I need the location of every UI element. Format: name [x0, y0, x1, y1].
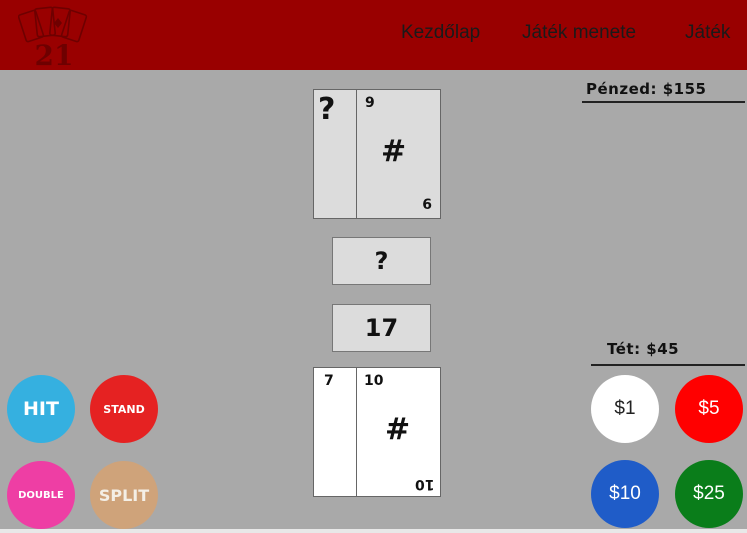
bottom-edge: [0, 529, 747, 533]
card-top-value: 9: [365, 95, 375, 111]
nav-home-link[interactable]: Kezdőlap: [401, 22, 480, 44]
card-center-symbol: #: [381, 134, 407, 169]
card-top-value: 7: [324, 373, 334, 389]
dealer-visible-card: 9 # 6: [356, 89, 441, 219]
money-balance: Pénzed: $155: [586, 80, 707, 98]
svg-text:21: 21: [35, 39, 74, 68]
hit-button[interactable]: HIT: [7, 375, 75, 443]
hidden-card-symbol: ?: [318, 92, 336, 127]
nav-rules-link[interactable]: Játék menete: [522, 22, 636, 44]
stand-button[interactable]: STAND: [90, 375, 158, 443]
card-bottom-value: 6: [422, 197, 432, 213]
card-bottom-value: 10: [414, 476, 434, 492]
card-top-value: 10: [364, 373, 384, 389]
dealer-score: ?: [332, 237, 431, 285]
chip-10-dollar[interactable]: $10: [591, 460, 659, 528]
chip-1-dollar[interactable]: $1: [591, 375, 659, 443]
split-button[interactable]: SPLIT: [90, 461, 158, 529]
money-divider: [582, 101, 745, 103]
chip-5-dollar[interactable]: $5: [675, 375, 743, 443]
cards-21-logo[interactable]: 21: [18, 2, 90, 68]
bet-divider: [591, 364, 745, 366]
card-center-symbol: #: [385, 412, 411, 447]
chip-25-dollar[interactable]: $25: [675, 460, 743, 528]
double-button[interactable]: DOUBLE: [7, 461, 75, 529]
current-bet: Tét: $45: [607, 340, 680, 358]
player-score: 17: [332, 304, 431, 352]
top-bar: 21 Kezdőlap Játék menete Játék: [0, 0, 747, 70]
player-card-front: 10 # 10: [356, 367, 441, 497]
nav-game-link[interactable]: Játék: [685, 22, 730, 44]
